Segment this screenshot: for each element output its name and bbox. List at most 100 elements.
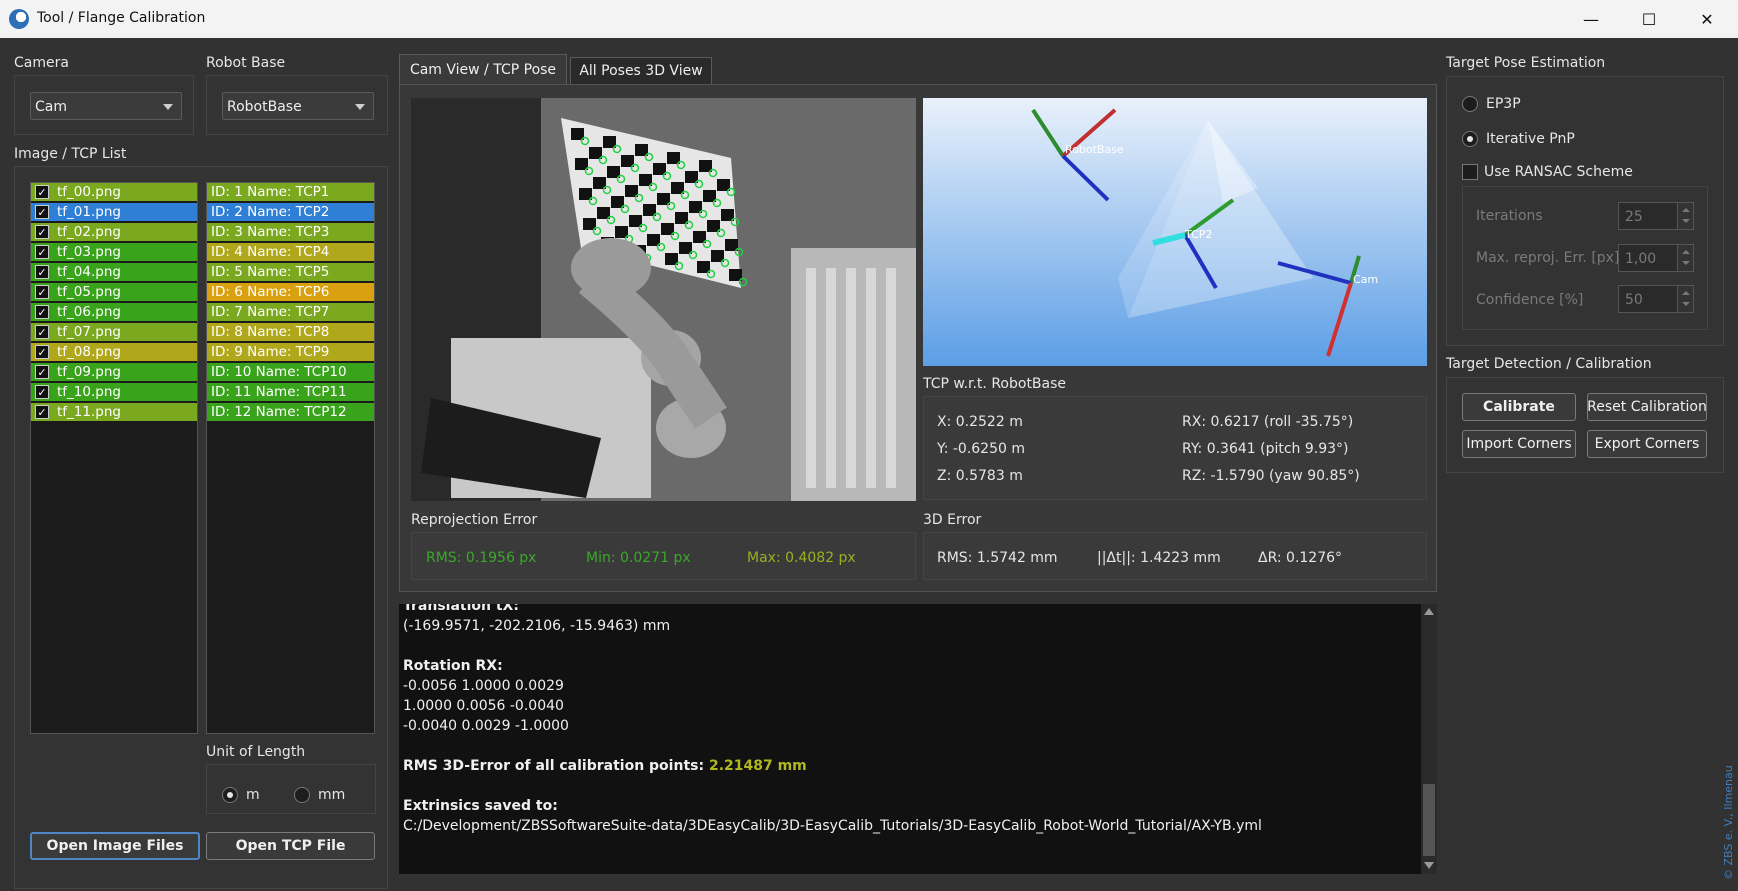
image-filename: tf_03.png <box>57 244 121 260</box>
tcp-name: ID: 6 Name: TCP6 <box>211 284 330 300</box>
image-list-item[interactable]: ✓ tf_09.png <box>31 363 197 381</box>
app-icon <box>9 9 29 29</box>
tcp-list-item[interactable]: ID: 3 Name: TCP3 <box>207 223 374 241</box>
image-list-item[interactable]: ✓ tf_10.png <box>31 383 197 401</box>
tcp-list-item[interactable]: ID: 11 Name: TCP11 <box>207 383 374 401</box>
tcp-list-item[interactable]: ID: 5 Name: TCP5 <box>207 263 374 281</box>
image-list-item[interactable]: ✓ tf_06.png <box>31 303 197 321</box>
tcp-name: ID: 11 Name: TCP11 <box>211 384 347 400</box>
image-checkbox[interactable]: ✓ <box>35 245 49 259</box>
unit-m-radio[interactable] <box>222 787 238 803</box>
confidence-spinbox[interactable]: 50 <box>1618 285 1694 313</box>
detection-group <box>1446 377 1724 473</box>
reproj-max: Max: 0.4082 px <box>747 550 856 566</box>
image-checkbox[interactable]: ✓ <box>35 325 49 339</box>
camera-select-value: Cam <box>35 99 67 115</box>
log-line: RMS 3D-Error of all calibration points: … <box>403 758 807 774</box>
tcp-name: ID: 1 Name: TCP1 <box>211 184 330 200</box>
tcp-list[interactable]: ID: 1 Name: TCP1 ID: 2 Name: TCP2 ID: 3 Na… <box>206 182 375 734</box>
image-checkbox[interactable]: ✓ <box>35 405 49 419</box>
robot-base-select-value: RobotBase <box>227 99 302 115</box>
tcp-list-item[interactable]: ID: 10 Name: TCP10 <box>207 363 374 381</box>
ep3p-radio[interactable] <box>1462 96 1478 112</box>
reprojection-error-label: Reprojection Error <box>411 512 538 528</box>
log-line: -0.0056 1.0000 0.0029 <box>403 678 564 694</box>
reset-calibration-button[interactable]: Reset Calibration <box>1587 393 1707 421</box>
log-rms-value: 2.21487 mm <box>708 758 807 774</box>
chevron-down-icon <box>355 104 365 110</box>
tcp-name: ID: 2 Name: TCP2 <box>211 204 330 220</box>
maximize-button[interactable]: ☐ <box>1620 0 1678 38</box>
log-line: 1.0000 0.0056 -0.0040 <box>403 698 564 714</box>
open-tcp-file-button[interactable]: Open TCP File <box>206 832 375 860</box>
tcp-list-item[interactable]: ID: 1 Name: TCP1 <box>207 183 374 201</box>
image-filename: tf_06.png <box>57 304 121 320</box>
scroll-down-icon[interactable] <box>1424 862 1434 869</box>
log-console[interactable]: Translation tX: (-169.9571, -202.2106, -… <box>399 604 1421 874</box>
log-line: (-169.9571, -202.2106, -15.9463) mm <box>403 618 671 634</box>
detection-label: Target Detection / Calibration <box>1446 356 1652 372</box>
image-list-item[interactable]: ✓ tf_03.png <box>31 243 197 261</box>
image-checkbox[interactable]: ✓ <box>35 265 49 279</box>
tcp-list-item[interactable]: ID: 8 Name: TCP8 <box>207 323 374 341</box>
tcp-list-item[interactable]: ID: 9 Name: TCP9 <box>207 343 374 361</box>
camera-select[interactable]: Cam <box>30 92 182 120</box>
tcp-rx: RX: 0.6217 (roll -35.75°) <box>1182 414 1354 430</box>
image-list-item[interactable]: ✓ tf_11.png <box>31 403 197 421</box>
image-checkbox[interactable]: ✓ <box>35 185 49 199</box>
calibrate-button[interactable]: Calibrate <box>1462 393 1576 421</box>
scroll-thumb[interactable] <box>1423 784 1435 856</box>
iterations-label: Iterations <box>1476 208 1543 224</box>
close-button[interactable]: ✕ <box>1678 0 1736 38</box>
camera-image <box>411 98 916 501</box>
image-list-item[interactable]: ✓ tf_01.png <box>31 203 197 221</box>
console-scrollbar[interactable] <box>1421 604 1437 874</box>
image-checkbox[interactable]: ✓ <box>35 225 49 239</box>
robotbase-3d-label: RobotBase <box>1065 143 1124 156</box>
tcp-list-item[interactable]: ID: 4 Name: TCP4 <box>207 243 374 261</box>
tcp-list-item[interactable]: ID: 12 Name: TCP12 <box>207 403 374 421</box>
tcp-name: ID: 10 Name: TCP10 <box>211 364 347 380</box>
unit-label: Unit of Length <box>206 744 306 760</box>
image-checkbox[interactable]: ✓ <box>35 365 49 379</box>
image-list[interactable]: ✓ tf_00.png ✓ tf_01.png ✓ tf_02.png ✓ tf_03.png… <box>30 182 198 734</box>
image-list-item[interactable]: ✓ tf_05.png <box>31 283 197 301</box>
tcp-list-item[interactable]: ID: 2 Name: TCP2 <box>207 203 374 221</box>
robot-base-select[interactable]: RobotBase <box>222 92 374 120</box>
image-list-item[interactable]: ✓ tf_00.png <box>31 183 197 201</box>
scroll-up-icon[interactable] <box>1424 608 1434 615</box>
3d-view[interactable]: RobotBase TCP2 Cam <box>923 98 1427 366</box>
cam-3d-label: Cam <box>1353 273 1378 286</box>
minimize-button[interactable]: — <box>1562 0 1620 38</box>
max-err-spinbox[interactable]: 1,00 <box>1618 244 1694 272</box>
image-list-item[interactable]: ✓ tf_04.png <box>31 263 197 281</box>
ransac-checkbox[interactable] <box>1462 164 1478 180</box>
image-list-item[interactable]: ✓ tf_07.png <box>31 323 197 341</box>
iterations-spinbox[interactable]: 25 <box>1618 202 1694 230</box>
image-checkbox[interactable]: ✓ <box>35 205 49 219</box>
image-list-item[interactable]: ✓ tf_02.png <box>31 223 197 241</box>
export-corners-button[interactable]: Export Corners <box>1587 430 1707 458</box>
image-checkbox[interactable]: ✓ <box>35 285 49 299</box>
open-image-files-button[interactable]: Open Image Files <box>30 832 200 860</box>
tcp-name: ID: 12 Name: TCP12 <box>211 404 347 420</box>
tcp-pose-label: TCP w.r.t. RobotBase <box>923 376 1067 392</box>
image-checkbox[interactable]: ✓ <box>35 305 49 319</box>
iterative-pnp-label: Iterative PnP <box>1486 131 1575 147</box>
image-checkbox[interactable]: ✓ <box>35 345 49 359</box>
unit-mm-radio[interactable] <box>294 787 310 803</box>
iterative-pnp-radio[interactable] <box>1462 131 1478 147</box>
image-list-item[interactable]: ✓ tf_08.png <box>31 343 197 361</box>
image-filename: tf_01.png <box>57 204 121 220</box>
tab-cam-view[interactable]: Cam View / TCP Pose <box>399 54 567 84</box>
image-filename: tf_11.png <box>57 404 121 420</box>
image-filename: tf_05.png <box>57 284 121 300</box>
tab-all-poses-3d[interactable]: All Poses 3D View <box>570 57 712 84</box>
tcp-z: Z: 0.5783 m <box>937 468 1023 484</box>
image-checkbox[interactable]: ✓ <box>35 385 49 399</box>
import-corners-button[interactable]: Import Corners <box>1462 430 1576 458</box>
tcp-list-item[interactable]: ID: 6 Name: TCP6 <box>207 283 374 301</box>
err3d-dr: ΔR: 0.1276° <box>1258 550 1343 566</box>
3d-error-label: 3D Error <box>923 512 982 528</box>
tcp-list-item[interactable]: ID: 7 Name: TCP7 <box>207 303 374 321</box>
